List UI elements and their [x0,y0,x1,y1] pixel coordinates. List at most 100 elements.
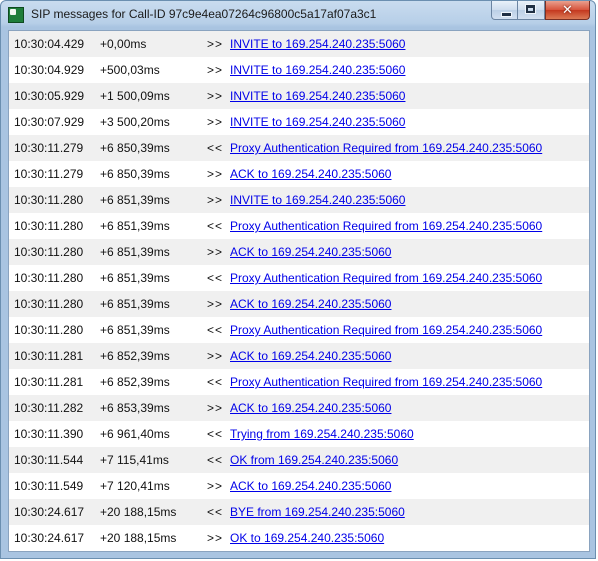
message-row[interactable]: 10:30:11.390 +6 961,40ms << Trying from 169… [9,421,589,447]
message-row[interactable]: 10:30:11.280 +6 851,39ms << Proxy Authentic… [9,317,589,343]
message-direction: >> [207,479,224,493]
message-link[interactable]: INVITE to 169.254.240.235:5060 [230,31,405,57]
message-direction: << [207,219,224,233]
message-link[interactable]: ACK to 169.254.240.235:5060 [230,343,391,369]
message-direction: << [207,271,224,285]
message-time: 10:30:04.929 [14,63,85,77]
message-delta: +0,00ms [100,37,147,51]
message-link[interactable]: INVITE to 169.254.240.235:5060 [230,109,405,135]
message-row[interactable]: 10:30:04.929 +500,03ms >> INVITE to 169.254… [9,57,589,83]
message-link[interactable]: ACK to 169.254.240.235:5060 [230,239,391,265]
message-list: 10:30:04.429 +0,00ms >> INVITE to 169.254.2… [8,30,590,552]
message-row[interactable]: 10:30:11.549 +7 120,41ms >> ACK to 169.254.… [9,473,589,499]
message-row[interactable]: 10:30:05.929 +1 500,09ms >> INVITE to 169.2… [9,83,589,109]
message-row[interactable]: 10:30:11.281 +6 852,39ms >> ACK to 169.254.… [9,343,589,369]
message-time: 10:30:11.549 [14,479,84,493]
message-row[interactable]: 10:30:11.281 +6 852,39ms << Proxy Authentic… [9,369,589,395]
message-delta: +6 850,39ms [100,167,170,181]
message-time: 10:30:11.280 [14,297,84,311]
window-title: SIP messages for Call-ID 97c9e4ea07264c9… [31,7,377,21]
message-delta: +6 853,39ms [100,401,170,415]
title-bar[interactable]: SIP messages for Call-ID 97c9e4ea07264c9… [1,1,595,29]
minimize-button[interactable] [491,1,518,20]
message-delta: +6 852,39ms [100,375,170,389]
message-row[interactable]: 10:30:04.429 +0,00ms >> INVITE to 169.254.2… [9,31,589,57]
message-row[interactable]: 10:30:11.280 +6 851,39ms << Proxy Authentic… [9,213,589,239]
message-row[interactable]: 10:30:11.280 +6 851,39ms << Proxy Authentic… [9,265,589,291]
message-link[interactable]: OK to 169.254.240.235:5060 [230,525,384,551]
message-link[interactable]: Proxy Authentication Required from 169.2… [230,317,542,343]
message-link[interactable]: Trying from 169.254.240.235:5060 [230,421,414,447]
sip-app-icon[interactable] [8,7,24,23]
message-time: 10:30:11.282 [14,401,84,415]
message-row[interactable]: 10:30:11.280 +6 851,39ms >> INVITE to 169.2… [9,187,589,213]
message-link[interactable]: Proxy Authentication Required from 169.2… [230,369,542,395]
message-direction: >> [207,349,224,363]
message-time: 10:30:11.281 [14,375,84,389]
message-direction: >> [207,401,224,415]
message-delta: +6 851,39ms [100,297,170,311]
close-button[interactable]: ✕ [545,1,590,20]
message-link[interactable]: ACK to 169.254.240.235:5060 [230,291,391,317]
message-row[interactable]: 10:30:11.280 +6 851,39ms >> ACK to 169.254.… [9,291,589,317]
message-link[interactable]: Proxy Authentication Required from 169.2… [230,135,542,161]
message-delta: +7 120,41ms [100,479,170,493]
message-time: 10:30:11.281 [14,349,84,363]
message-delta: +3 500,20ms [100,115,170,129]
message-delta: +20 188,15ms [100,531,177,545]
message-row[interactable]: 10:30:24.617 +20 188,15ms << BYE from 169.2… [9,499,589,525]
message-time: 10:30:05.929 [14,89,85,103]
message-direction: << [207,453,224,467]
maximize-icon [525,4,536,14]
message-row[interactable]: 10:30:24.617 +20 188,15ms >> OK to 169.254.… [9,525,589,551]
message-time: 10:30:11.279 [14,167,84,181]
message-time: 10:30:11.280 [14,245,84,259]
message-time: 10:30:11.390 [14,427,84,441]
minimize-icon [501,12,512,17]
message-time: 10:30:24.617 [14,531,85,545]
message-delta: +6 850,39ms [100,141,170,155]
message-direction: >> [207,63,224,77]
message-time: 10:30:04.429 [14,37,85,51]
message-delta: +6 851,39ms [100,219,170,233]
message-time: 10:30:24.617 [14,505,85,519]
message-time: 10:30:11.280 [14,323,84,337]
message-row[interactable]: 10:30:11.282 +6 853,39ms >> ACK to 169.254.… [9,395,589,421]
message-row[interactable]: 10:30:11.279 +6 850,39ms >> ACK to 169.254.… [9,161,589,187]
message-link[interactable]: OK from 169.254.240.235:5060 [230,447,398,473]
message-row[interactable]: 10:30:11.544 +7 115,41ms << OK from 169.254… [9,447,589,473]
message-time: 10:30:11.279 [14,141,84,155]
message-row[interactable]: 10:30:11.280 +6 851,39ms >> ACK to 169.254.… [9,239,589,265]
message-direction: >> [207,193,224,207]
close-icon: ✕ [562,2,573,17]
message-delta: +6 961,40ms [100,427,170,441]
message-delta: +6 852,39ms [100,349,170,363]
message-link[interactable]: Proxy Authentication Required from 169.2… [230,265,542,291]
message-time: 10:30:11.544 [14,453,84,467]
message-link[interactable]: BYE from 169.254.240.235:5060 [230,499,405,525]
message-row[interactable]: 10:30:07.929 +3 500,20ms >> INVITE to 169.2… [9,109,589,135]
message-link[interactable]: ACK to 169.254.240.235:5060 [230,395,391,421]
message-time: 10:30:07.929 [14,115,85,129]
message-link[interactable]: ACK to 169.254.240.235:5060 [230,161,391,187]
message-row[interactable]: 10:30:11.279 +6 850,39ms << Proxy Authentic… [9,135,589,161]
message-delta: +6 851,39ms [100,245,170,259]
message-delta: +6 851,39ms [100,271,170,285]
message-direction: >> [207,89,224,103]
message-link[interactable]: Proxy Authentication Required from 169.2… [230,213,542,239]
message-link[interactable]: INVITE to 169.254.240.235:5060 [230,187,405,213]
maximize-button[interactable] [518,1,545,20]
message-direction: << [207,505,224,519]
message-direction: << [207,427,224,441]
message-direction: << [207,375,224,389]
message-time: 10:30:11.280 [14,193,84,207]
message-link[interactable]: ACK to 169.254.240.235:5060 [230,473,391,499]
message-delta: +500,03ms [100,63,160,77]
message-link[interactable]: INVITE to 169.254.240.235:5060 [230,57,405,83]
message-time: 10:30:11.280 [14,219,84,233]
message-time: 10:30:11.280 [14,271,84,285]
message-link[interactable]: INVITE to 169.254.240.235:5060 [230,83,405,109]
message-direction: << [207,141,224,155]
sip-messages-window: SIP messages for Call-ID 97c9e4ea07264c9… [0,0,596,559]
message-direction: >> [207,115,224,129]
